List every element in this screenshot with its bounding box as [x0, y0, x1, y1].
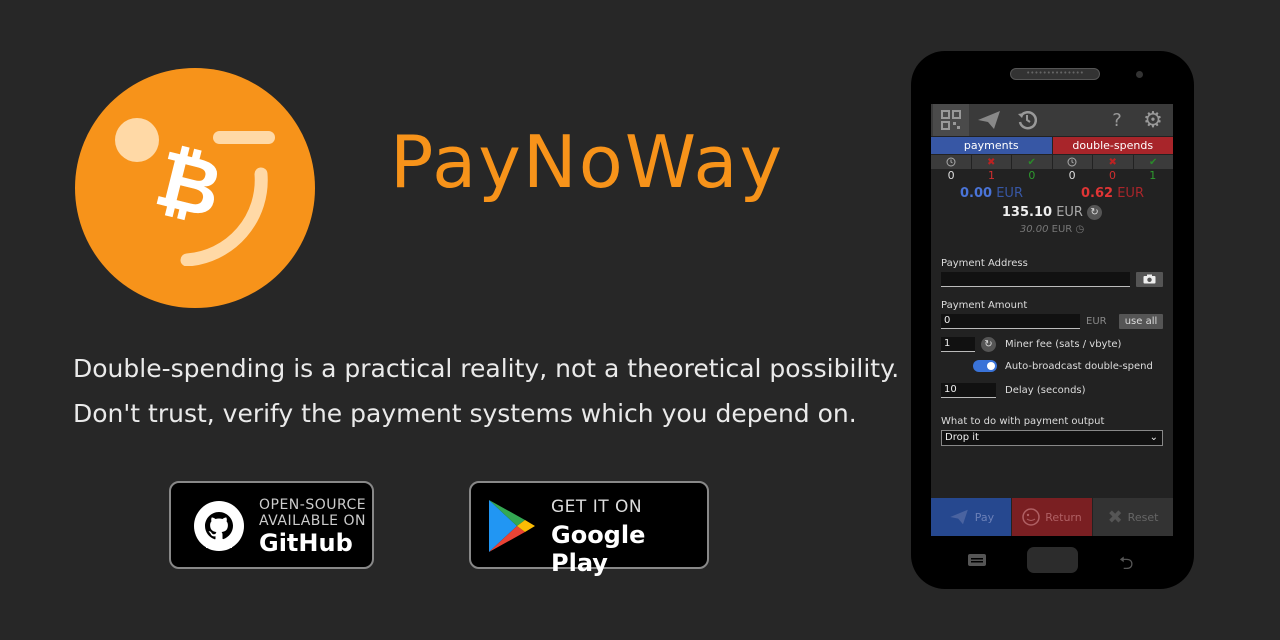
payments-amount-value: 0.00 [960, 186, 993, 201]
tab-payments[interactable]: payments [931, 137, 1052, 154]
phone-speaker: •••••••••••••• [1010, 68, 1100, 80]
payments-success-count: 0 [1028, 169, 1036, 182]
refresh-fee-icon[interactable]: ↻ [981, 337, 996, 352]
reset-button[interactable]: ✖ Reset [1093, 498, 1173, 536]
pay-button[interactable]: Pay [931, 498, 1011, 536]
google-play-badge[interactable]: GET IT ON Google Play [469, 481, 709, 577]
return-button[interactable]: Return [1012, 498, 1092, 536]
logo-dash [213, 131, 275, 144]
delay-label: Delay (seconds) [1005, 385, 1086, 396]
pay-label: Pay [974, 510, 995, 524]
ds-success-count: 1 [1149, 169, 1157, 182]
payment-amount-label: Payment Amount [941, 300, 1028, 311]
github-badge[interactable]: OPEN-SOURCE AVAILABLE ON GitHub [169, 481, 374, 569]
google-play-badge-small: GET IT ON [551, 497, 643, 517]
refresh-balance-icon[interactable]: ↻ [1087, 205, 1103, 220]
github-icon [194, 501, 244, 551]
google-play-badge-big: Google Play [551, 521, 646, 577]
logo-smile [180, 167, 268, 266]
use-all-button[interactable]: use all [1119, 314, 1163, 329]
payment-address-input[interactable] [941, 272, 1130, 287]
ds-failed-count: 0 [1108, 169, 1116, 182]
history-icon[interactable] [1009, 104, 1045, 136]
balance-value: 135.10 [1001, 205, 1053, 220]
gear-icon[interactable]: ⚙ [1135, 104, 1171, 136]
smile-icon [1022, 508, 1040, 526]
column-headers: payments double-spends [931, 137, 1173, 154]
delay-input[interactable]: 10 [941, 383, 996, 398]
phone-camera [1136, 71, 1143, 78]
help-icon[interactable]: ? [1099, 104, 1135, 136]
status-icons-row: ✖ ✔ ✖ ✔ [931, 155, 1173, 169]
phone-mockup: •••••••••••••• ? ⚙ payments double-spend… [911, 51, 1194, 589]
close-icon: ✖ [1107, 506, 1123, 528]
miner-fee-label: Miner fee (sats / vbyte) [1005, 339, 1122, 350]
sub-amount: 30.00 [1019, 224, 1049, 235]
double-spends-amount-currency: EUR [1117, 186, 1144, 201]
clock-icon [1052, 155, 1092, 169]
clock-icon [931, 155, 971, 169]
phone-screen: ? ⚙ payments double-spends ✖ ✔ ✖ ✔ 0 1 0… [931, 104, 1173, 536]
camera-icon [1143, 274, 1156, 284]
app-logo: ₿ [75, 68, 315, 308]
balance: 135.10 EUR ↻ [931, 205, 1173, 222]
google-play-icon [489, 500, 535, 552]
home-button[interactable] [1027, 547, 1078, 573]
payment-address-label: Payment Address [941, 258, 1028, 269]
payment-amount-currency: EUR [1086, 316, 1107, 327]
amounts-row: 0.00 EUR 0.62 EUR [931, 186, 1173, 202]
payments-failed-count: 1 [987, 169, 995, 182]
success-icon: ✔ [1012, 155, 1052, 169]
double-spends-amount-value: 0.62 [1081, 186, 1114, 201]
failed-icon: ✖ [1093, 155, 1133, 169]
auto-broadcast-toggle[interactable] [973, 360, 997, 372]
logo-dot [115, 118, 159, 162]
clock-icon: ◷ [1075, 224, 1085, 235]
ds-pending-count: 0 [1068, 169, 1076, 182]
auto-broadcast-label: Auto-broadcast double-spend [1005, 361, 1153, 372]
success-icon: ✔ [1133, 155, 1173, 169]
reset-label: Reset [1127, 510, 1159, 524]
menu-icon[interactable] [968, 554, 986, 566]
back-icon[interactable]: ⮌ [1119, 551, 1133, 581]
payments-amount: 0.00 EUR [931, 186, 1052, 202]
qr-code-icon[interactable] [933, 104, 969, 136]
chevron-down-icon: ⌄ [1149, 432, 1158, 443]
payments-pending-count: 0 [947, 169, 955, 182]
app-title: PayNoWay [390, 120, 785, 204]
output-label: What to do with payment output [941, 416, 1105, 427]
send-icon [949, 509, 968, 525]
sub-balance: 30.00 EUR ◷ [931, 224, 1173, 235]
sub-currency: EUR [1051, 224, 1073, 235]
github-badge-big: GitHub [259, 529, 353, 557]
counts-row: 0 1 0 0 0 1 [931, 169, 1173, 182]
payment-amount-input[interactable]: 0 [941, 314, 1080, 329]
miner-fee-input[interactable]: 1 [941, 337, 975, 352]
camera-button[interactable] [1136, 272, 1163, 287]
tab-double-spends[interactable]: double-spends [1052, 137, 1173, 154]
payments-amount-currency: EUR [996, 186, 1023, 201]
failed-icon: ✖ [971, 155, 1011, 169]
return-label: Return [1045, 510, 1082, 524]
double-spends-amount: 0.62 EUR [1052, 186, 1173, 202]
send-icon[interactable] [971, 104, 1007, 136]
tagline-1: Double-spending is a practical reality, … [73, 354, 900, 383]
balance-currency: EUR [1056, 205, 1083, 220]
output-select[interactable]: Drop it ⌄ [941, 430, 1163, 446]
tagline-2: Don't trust, verify the payment systems … [73, 399, 857, 428]
action-bar: Pay Return ✖ Reset [931, 498, 1173, 536]
output-selected: Drop it [945, 432, 979, 443]
github-badge-small: OPEN-SOURCE AVAILABLE ON [259, 497, 367, 529]
app-toolbar: ? ⚙ [931, 104, 1173, 136]
